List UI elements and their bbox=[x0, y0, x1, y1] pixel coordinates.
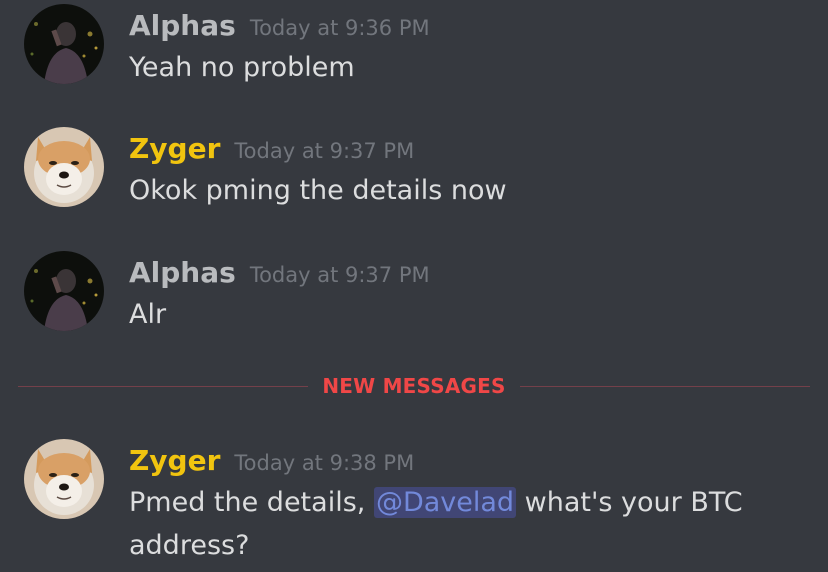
message-item: Alphas Today at 9:36 PM Yeah no problem bbox=[0, 4, 828, 94]
username[interactable]: Zyger bbox=[129, 444, 220, 477]
message-item: Alphas Today at 9:37 PM Alr bbox=[0, 251, 828, 341]
username[interactable]: Alphas bbox=[129, 256, 236, 289]
message-text-before: Pmed the details, bbox=[129, 487, 374, 518]
message-header: Alphas Today at 9:37 PM bbox=[129, 253, 430, 297]
avatar-zyger[interactable] bbox=[24, 127, 104, 207]
chat-messages: Alphas Today at 9:36 PM Yeah no problem Z… bbox=[0, 0, 828, 572]
message-text: Pmed the details, @Davelad what's your B… bbox=[129, 481, 789, 567]
avatar-alphas[interactable] bbox=[24, 4, 104, 84]
timestamp: Today at 9:38 PM bbox=[234, 451, 415, 475]
new-messages-label: NEW MESSAGES bbox=[322, 374, 506, 398]
message-text: Alr bbox=[129, 299, 167, 330]
username[interactable]: Alphas bbox=[129, 9, 236, 42]
message-item: Zyger Today at 9:37 PM Okok pming the det… bbox=[0, 127, 828, 217]
message-item: Zyger Today at 9:38 PM Pmed the details, … bbox=[0, 439, 828, 569]
divider-line-right bbox=[520, 386, 810, 387]
new-messages-divider: NEW MESSAGES bbox=[18, 366, 810, 406]
username[interactable]: Zyger bbox=[129, 132, 220, 165]
divider-line-left bbox=[18, 386, 308, 387]
avatar-alphas[interactable] bbox=[24, 251, 104, 331]
timestamp: Today at 9:36 PM bbox=[249, 16, 430, 40]
timestamp: Today at 9:37 PM bbox=[249, 263, 430, 287]
message-header: Alphas Today at 9:36 PM bbox=[129, 6, 430, 50]
message-text: Okok pming the details now bbox=[129, 175, 507, 206]
user-mention[interactable]: @Davelad bbox=[373, 487, 517, 518]
avatar-zyger[interactable] bbox=[24, 439, 104, 519]
message-header: Zyger Today at 9:37 PM bbox=[129, 129, 414, 173]
message-text: Yeah no problem bbox=[129, 52, 355, 83]
message-header: Zyger Today at 9:38 PM bbox=[129, 441, 414, 485]
timestamp: Today at 9:37 PM bbox=[234, 139, 415, 163]
